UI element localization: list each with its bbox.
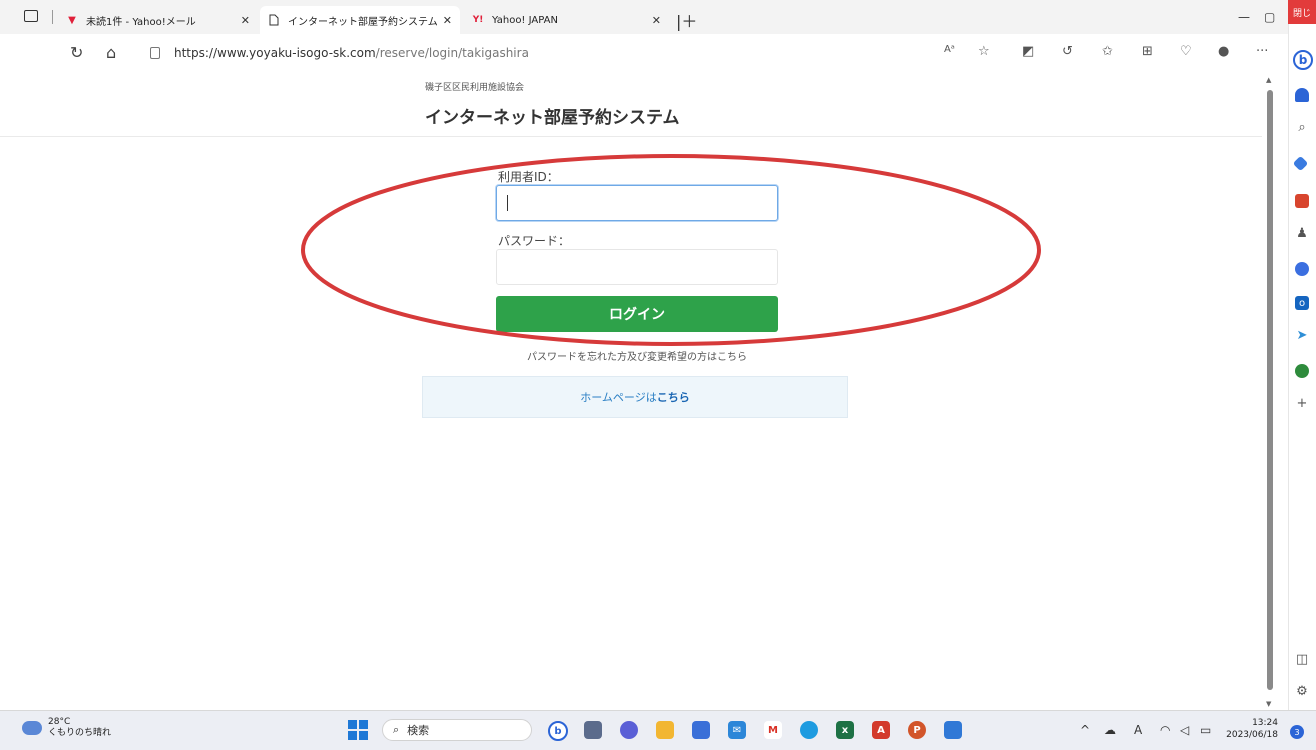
more-options-icon[interactable]: ··· [1256,44,1268,59]
page-title: インターネット部屋予約システム [425,108,680,128]
cloud-icon [22,721,42,735]
outlook-icon[interactable]: o [1295,296,1309,310]
wifi-icon[interactable]: ◠ [1160,723,1170,737]
new-tab-icon[interactable]: |＋ [676,8,697,32]
password-label: パスワード： [498,234,571,248]
browser-essentials-icon[interactable]: ♡ [1180,44,1192,59]
refresh-icon[interactable]: ↻ [70,43,83,62]
task-view-icon[interactable] [584,721,602,739]
scroll-thumb[interactable] [1267,90,1273,690]
store-icon[interactable] [692,721,710,739]
extension-icon[interactable]: ◩ [1022,44,1034,59]
search-icon: ⌕ [393,723,400,736]
drop-icon[interactable] [1295,364,1309,378]
restore-icon[interactable]: ▢ [1264,10,1275,24]
acrobat-icon[interactable]: A [872,721,890,739]
weather-temperature: 28°C [48,717,71,727]
notification-center-icon[interactable]: 3 [1290,725,1304,739]
weather-widget[interactable]: 28°C くもりのち晴れ [22,717,111,739]
tab-title: Yahoo! JAPAN [492,14,558,26]
gmail-icon[interactable]: M [764,721,782,739]
shopping-tag-icon[interactable] [1292,155,1309,172]
show-hidden-icons-icon[interactable]: ^ [1080,723,1090,737]
bing-chat-icon[interactable]: b [1293,50,1313,70]
yahoo-mail-favicon-icon: ▼ [68,14,76,26]
password-input[interactable] [496,249,778,285]
microsoft365-icon[interactable] [1295,262,1309,276]
user-id-label: 利用者ID： [498,170,559,184]
homepage-link[interactable]: こちら [657,389,690,405]
windows-start-icon[interactable] [348,720,368,740]
refresh-extension-icon[interactable]: ↺ [1062,44,1073,59]
volume-icon[interactable]: ◁ [1180,723,1189,737]
games-icon[interactable]: ♟ [1295,226,1309,241]
organization-name: 磯子区区民利用施設協会 [425,83,525,93]
tab-strip: ▼ 未読1件 - Yahoo!メール ✕ インターネット部屋予約システム ✕ Y… [0,0,1316,34]
bing-taskbar-icon[interactable]: b [548,721,568,741]
minimize-icon[interactable]: — [1238,10,1250,24]
taskbar-search[interactable]: ⌕ 検索 [382,719,532,741]
page-scrollbar[interactable]: ▲ ▼ [1264,74,1276,710]
user-id-input[interactable] [496,185,778,221]
tab-actions-icon[interactable] [24,10,38,22]
notification-bell-icon[interactable] [1295,88,1309,102]
edge-icon[interactable] [800,721,818,739]
home-icon[interactable]: ⌂ [106,43,116,62]
scroll-down-icon[interactable]: ▼ [1266,700,1271,708]
tab-title: インターネット部屋予約システム [288,16,437,28]
tab-close-icon[interactable]: ✕ [443,14,452,27]
favorite-star-icon[interactable]: ☆ [978,44,990,59]
mail-icon[interactable]: ✉ [728,721,746,739]
tab-reservation-system[interactable]: インターネット部屋予約システム ✕ [260,6,460,34]
browser-toolbar: ↻ ⌂ https://www.yoyaku-isogo-sk.com /res… [0,34,1288,72]
onedrive-icon[interactable]: ☁ [1104,723,1116,737]
lock-icon [150,47,160,59]
excel-icon[interactable]: x [836,721,854,739]
file-explorer-icon[interactable] [656,721,674,739]
login-button[interactable]: ログイン [496,296,778,332]
taskbar: 28°C くもりのち晴れ ⌕ 検索 b ✉ M x A P ^ ☁ A ◠ ◁ … [0,710,1316,750]
url-host: https://www.yoyaku-isogo-sk.com [174,46,376,60]
hide-sidebar-icon[interactable]: ◫ [1295,652,1309,667]
tools-icon[interactable] [1295,194,1309,208]
yahoo-japan-favicon-icon: Y! [472,15,484,25]
collections-icon[interactable]: ⊞ [1142,44,1153,59]
window-close-button[interactable]: 閉じ [1288,0,1316,24]
sidebar-settings-icon[interactable]: ⚙ [1295,684,1309,699]
header-divider [0,136,1262,137]
teams-chat-icon[interactable] [620,721,638,739]
forgot-password-link[interactable]: パスワードを忘れた方及び変更希望の方はこちら [496,348,778,363]
battery-icon[interactable]: ▭ [1200,723,1211,737]
url-path: /reserve/login/takigashira [375,46,529,60]
search-label: 検索 [407,724,430,737]
add-sidebar-app-icon[interactable]: + [1295,396,1309,411]
clock-date: 2023/06/18 [1226,730,1278,740]
tab-close-icon[interactable]: ✕ [652,14,661,27]
powerpoint-icon[interactable]: P [908,721,926,739]
tab-separator [52,10,53,24]
text-caret [507,195,508,211]
weather-description: くもりのち晴れ [48,728,112,738]
tab-title: 未読1件 - Yahoo!メール [86,16,196,28]
read-aloud-icon[interactable]: Aᵃ [944,44,955,55]
photos-icon[interactable] [944,721,962,739]
homepage-banner[interactable]: ホームページは こちら [422,376,848,418]
tab-yahoo-mail[interactable]: ▼ 未読1件 - Yahoo!メール ✕ [58,6,258,34]
profile-icon[interactable]: ● [1218,44,1229,59]
tab-yahoo-japan[interactable]: Y! Yahoo! JAPAN ✕ [464,6,669,34]
scroll-up-icon[interactable]: ▲ [1266,76,1271,84]
telegram-icon[interactable]: ➤ [1295,328,1309,343]
search-icon[interactable]: ⌕ [1295,120,1309,135]
favorites-icon[interactable]: ✩ [1102,44,1113,59]
homepage-prefix: ホームページは [580,391,657,404]
tab-close-icon[interactable]: ✕ [241,14,250,27]
address-bar[interactable]: https://www.yoyaku-isogo-sk.com /reserve… [150,40,930,66]
ime-indicator[interactable]: A [1134,723,1142,737]
edge-sidebar: b ⌕ ♟ o ➤ + ◫ ⚙ [1288,24,1316,710]
taskbar-clock[interactable]: 13:24 2023/06/18 [1226,717,1278,741]
page-favicon-icon [268,14,280,26]
clock-time: 13:24 [1252,718,1278,728]
